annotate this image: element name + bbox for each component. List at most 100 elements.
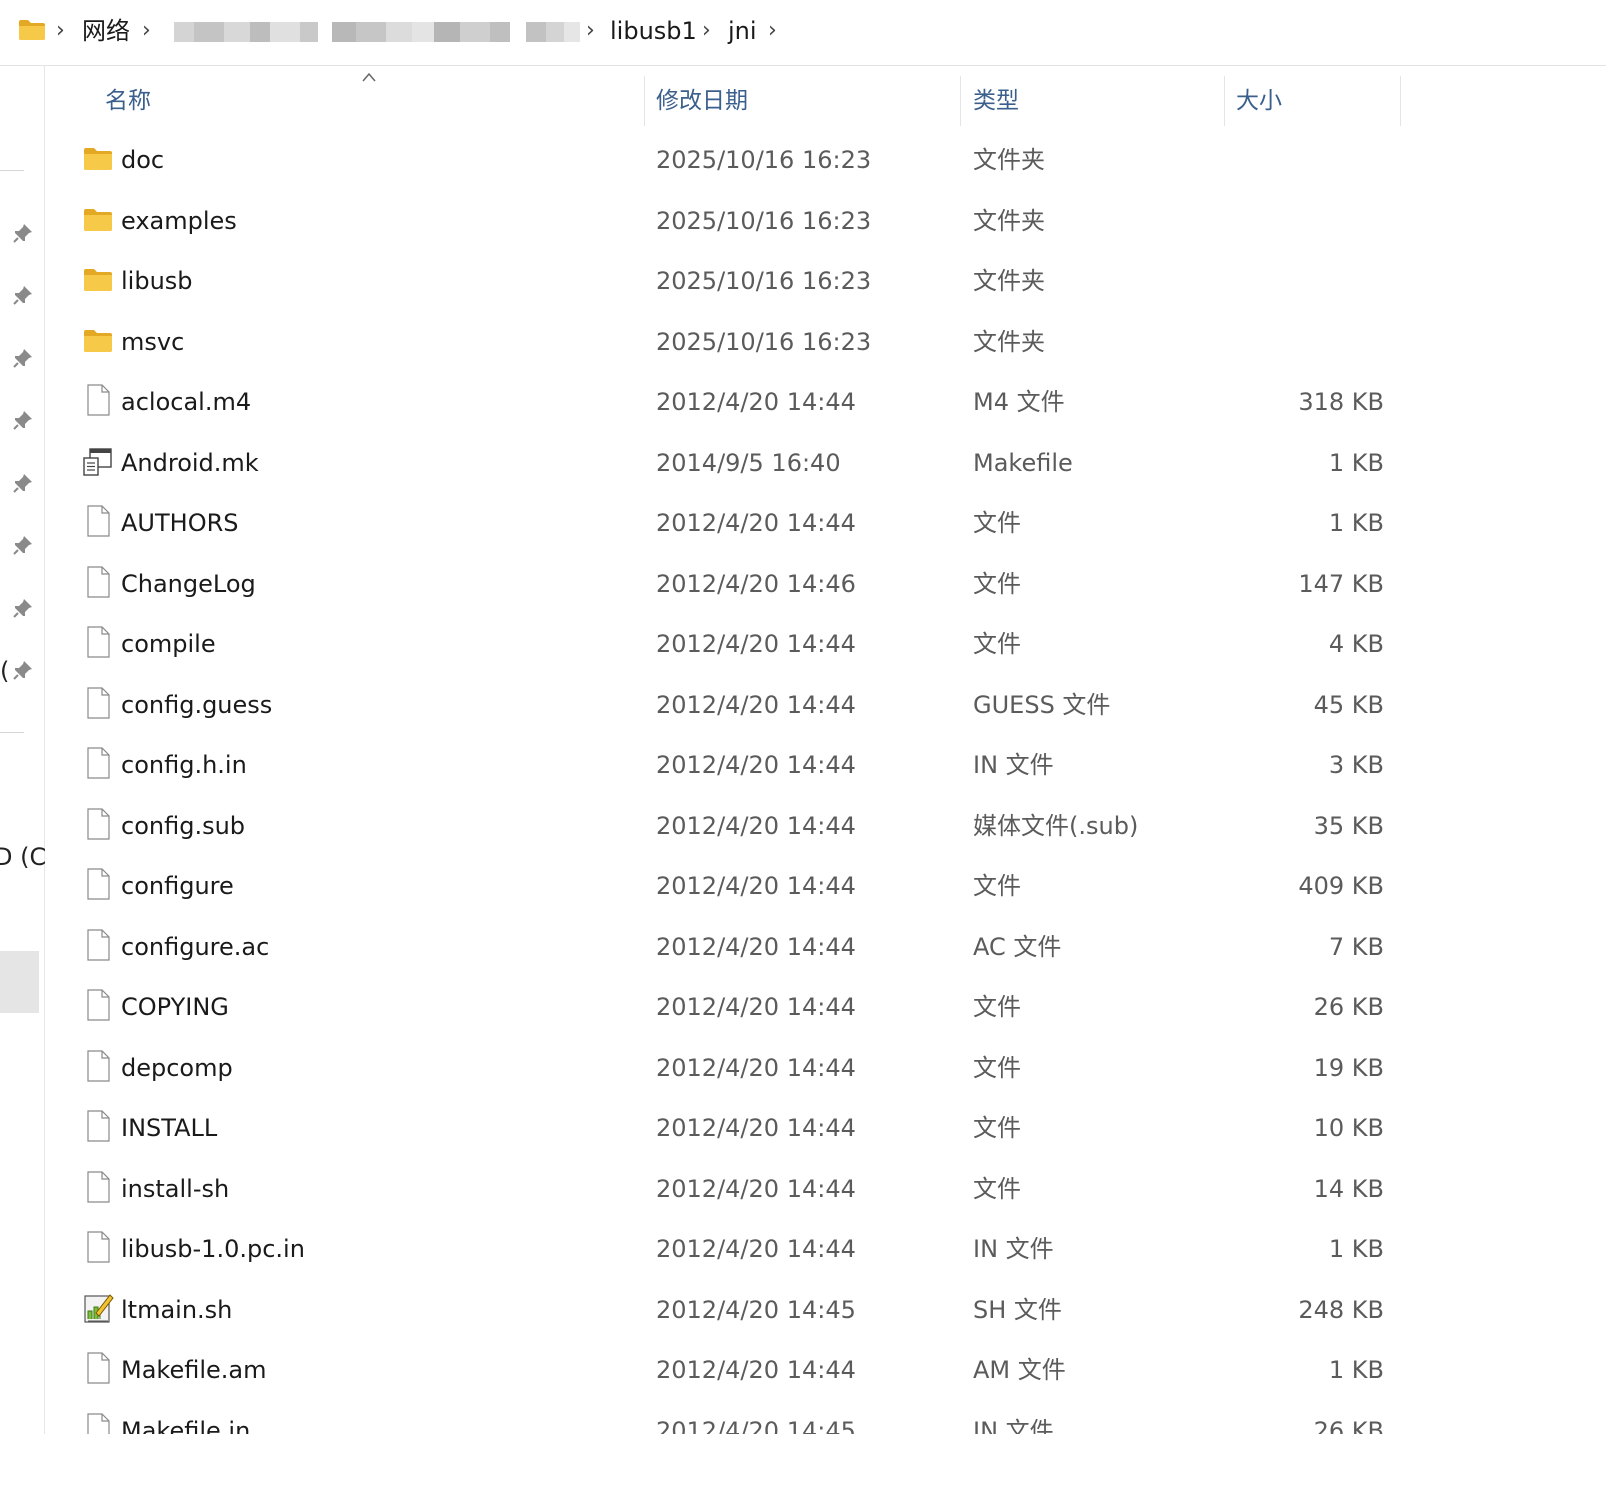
file-row[interactable]: doc 2025/10/16 16:23 文件夹 xyxy=(44,130,1406,191)
file-modified-date: 2012/4/20 14:44 xyxy=(656,1235,856,1263)
file-row[interactable]: AUTHORS 2012/4/20 14:44 文件 1 KB xyxy=(44,493,1406,554)
file-type: IN 文件 xyxy=(973,1235,1054,1263)
file-name: examples xyxy=(121,206,237,235)
folder-icon xyxy=(82,141,114,175)
file-type: 文件 xyxy=(973,993,1021,1021)
file-icon xyxy=(82,504,114,538)
file-size: 45 KB xyxy=(1313,690,1384,719)
sort-ascending-icon xyxy=(362,72,376,82)
file-modified-date: 2012/4/20 14:44 xyxy=(656,932,856,961)
file-icon xyxy=(82,988,114,1022)
file-name: doc xyxy=(121,146,165,174)
file-name: msvc xyxy=(121,327,185,356)
pin-icon[interactable] xyxy=(12,597,34,619)
file-row[interactable]: config.sub 2012/4/20 14:44 媒体文件(.sub) 35 KB xyxy=(44,796,1406,857)
file-row[interactable]: Android.mk 2014/9/5 16:40 Makefile 1 KB xyxy=(44,433,1406,494)
chevron-right-icon[interactable]: › xyxy=(56,14,65,48)
column-header-size[interactable]: 大小 xyxy=(1236,86,1282,116)
column-header-name[interactable]: 名称 xyxy=(105,86,151,116)
file-size: 4 KB xyxy=(1328,630,1384,658)
column-separator[interactable] xyxy=(960,76,961,126)
nav-selected-item[interactable] xyxy=(0,951,39,1013)
file-name: COPYING xyxy=(121,993,229,1021)
chevron-right-icon[interactable]: › xyxy=(768,14,777,48)
file-modified-date: 2012/4/20 14:44 xyxy=(656,1356,856,1384)
file-modified-date: 2012/4/20 14:44 xyxy=(656,1053,856,1082)
file-row[interactable]: examples 2025/10/16 16:23 文件夹 xyxy=(44,191,1406,252)
file-size: 1 KB xyxy=(1328,509,1384,537)
file-icon xyxy=(82,686,114,720)
file-name: config.sub xyxy=(121,811,246,840)
pin-icon[interactable] xyxy=(12,284,34,306)
file-name: INSTALL xyxy=(121,1114,218,1142)
file-row[interactable]: INSTALL 2012/4/20 14:44 文件 10 KB xyxy=(44,1098,1406,1159)
file-type: 文件 xyxy=(973,509,1021,537)
pin-icon[interactable] xyxy=(12,472,34,494)
redacted-path-segment xyxy=(332,22,510,42)
file-modified-date: 2014/9/5 16:40 xyxy=(656,448,841,477)
column-separator[interactable] xyxy=(1400,76,1401,126)
file-type: SH 文件 xyxy=(973,1295,1062,1324)
file-row[interactable]: configure.ac 2012/4/20 14:44 AC 文件 7 KB xyxy=(44,917,1406,978)
chevron-right-icon[interactable]: › xyxy=(586,14,595,48)
file-modified-date: 2012/4/20 14:45 xyxy=(656,1416,856,1435)
file-size: 14 KB xyxy=(1313,1174,1384,1203)
file-row[interactable]: Makefile.in 2012/4/20 14:45 IN 文件 26 KB xyxy=(44,1401,1406,1435)
chevron-right-icon[interactable]: › xyxy=(142,14,151,48)
file-modified-date: 2012/4/20 14:44 xyxy=(656,1114,856,1142)
pin-icon[interactable] xyxy=(12,347,34,369)
file-name: libusb xyxy=(121,267,193,295)
file-modified-date: 2012/4/20 14:44 xyxy=(656,811,856,840)
pin-icon[interactable] xyxy=(12,222,34,244)
file-name: configure.ac xyxy=(121,932,270,961)
file-row[interactable]: Makefile.am 2012/4/20 14:44 AM 文件 1 KB xyxy=(44,1340,1406,1401)
column-separator[interactable] xyxy=(1224,76,1225,126)
file-name: ltmain.sh xyxy=(121,1295,233,1324)
file-row[interactable]: msvc 2025/10/16 16:23 文件夹 xyxy=(44,312,1406,373)
breadcrumb-libusb1[interactable]: libusb1 xyxy=(610,14,697,48)
file-row[interactable]: configure 2012/4/20 14:44 文件 409 KB xyxy=(44,856,1406,917)
file-row[interactable]: config.guess 2012/4/20 14:44 GUESS 文件 45 KB xyxy=(44,675,1406,736)
file-row[interactable]: aclocal.m4 2012/4/20 14:44 M4 文件 318 KB xyxy=(44,372,1406,433)
column-header-type[interactable]: 类型 xyxy=(973,86,1019,116)
file-row[interactable]: ltmain.sh 2012/4/20 14:45 SH 文件 248 KB xyxy=(44,1280,1406,1341)
script-icon xyxy=(82,1291,114,1325)
nav-divider xyxy=(0,732,24,733)
pin-icon[interactable] xyxy=(12,409,34,431)
folder-icon xyxy=(82,323,114,357)
file-icon xyxy=(82,565,114,599)
file-row[interactable]: libusb 2025/10/16 16:23 文件夹 xyxy=(44,251,1406,312)
breadcrumb-jni[interactable]: jni xyxy=(728,14,757,48)
file-list: doc 2025/10/16 16:23 文件夹 examples 2025/10/16… xyxy=(44,130,1606,1434)
file-size: 248 KB xyxy=(1298,1295,1384,1324)
file-row[interactable]: ChangeLog 2012/4/20 14:46 文件 147 KB xyxy=(44,554,1406,615)
file-icon xyxy=(82,1170,114,1204)
file-modified-date: 2012/4/20 14:44 xyxy=(656,872,856,900)
file-row[interactable]: install-sh 2012/4/20 14:44 文件 14 KB xyxy=(44,1159,1406,1220)
pin-icon[interactable] xyxy=(12,534,34,556)
file-size: 10 KB xyxy=(1313,1114,1384,1142)
breadcrumb-network[interactable]: 网络 xyxy=(82,14,130,48)
file-modified-date: 2012/4/20 14:44 xyxy=(656,751,856,779)
nav-item-drive-fragment[interactable]: D (C xyxy=(0,842,46,872)
file-modified-date: 2012/4/20 14:44 xyxy=(656,388,856,416)
nav-item-fragment[interactable]: ( xyxy=(0,656,9,686)
file-type: AC 文件 xyxy=(973,932,1062,961)
file-row[interactable]: config.h.in 2012/4/20 14:44 IN 文件 3 KB xyxy=(44,735,1406,796)
file-row[interactable]: COPYING 2012/4/20 14:44 文件 26 KB xyxy=(44,977,1406,1038)
file-row[interactable]: depcomp 2012/4/20 14:44 文件 19 KB xyxy=(44,1038,1406,1099)
pin-icon[interactable] xyxy=(12,659,34,681)
file-size: 3 KB xyxy=(1328,751,1384,779)
column-header-date[interactable]: 修改日期 xyxy=(656,86,748,116)
address-bar[interactable]: › 网络 › › libusb1 › jni › xyxy=(0,0,1606,66)
column-separator[interactable] xyxy=(644,76,645,126)
navigation-pane: ( D (C xyxy=(0,66,46,1490)
chevron-right-icon[interactable]: › xyxy=(702,14,711,48)
file-type: 文件 xyxy=(973,569,1021,598)
folder-icon xyxy=(82,202,114,236)
file-name: aclocal.m4 xyxy=(121,388,252,416)
file-size: 147 KB xyxy=(1298,569,1384,598)
file-type: 文件夹 xyxy=(973,267,1045,295)
file-row[interactable]: libusb-1.0.pc.in 2012/4/20 14:44 IN 文件 1 KB xyxy=(44,1219,1406,1280)
file-row[interactable]: compile 2012/4/20 14:44 文件 4 KB xyxy=(44,614,1406,675)
